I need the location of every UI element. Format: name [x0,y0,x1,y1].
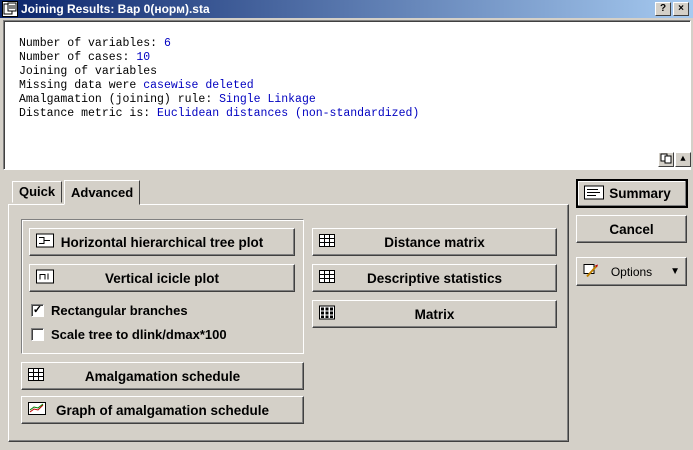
copy-icon[interactable] [658,152,674,167]
horizontal-tree-plot-button[interactable]: Horizontal hierarchical tree plot [29,228,295,256]
matrix-icon [319,305,335,323]
table-grid-icon [319,234,335,250]
matrix-button[interactable]: Matrix [312,300,557,328]
horizontal-tree-plot-label: Horizontal hierarchical tree plot [60,234,264,250]
amalgamation-schedule-button[interactable]: Amalgamation schedule [21,362,304,390]
checkbox-checked-icon[interactable]: ✓ [31,304,44,317]
close-button[interactable]: × [673,2,689,16]
descriptive-statistics-button[interactable]: Descriptive statistics [312,264,557,292]
table-grid-icon [28,368,44,384]
output-line: Joining of variables [19,65,158,78]
cancel-button[interactable]: Cancel [576,215,687,243]
summary-label: Summary [609,186,671,201]
rectangular-branches-label: Rectangular branches [51,303,188,318]
app-window-icon[interactable] [2,1,18,17]
scale-tree-label: Scale tree to dlink/dmax*100 [51,327,227,342]
table-grid-icon [319,270,335,286]
tab-quick[interactable]: Quick [12,181,63,203]
title-bar[interactable]: Joining Results: Вар 0(норм).sta ? × [0,0,693,18]
options-tool-icon [583,263,599,280]
window-title: Joining Results: Вар 0(норм).sta [21,2,210,16]
rectangular-branches-checkbox[interactable]: ✓ Rectangular branches [31,303,188,318]
scale-tree-checkbox[interactable]: Scale tree to dlink/dmax*100 [31,327,227,342]
graph-amalgamation-schedule-label: Graph of amalgamation schedule [55,402,270,418]
vertical-icicle-plot-button[interactable]: Vertical icicle plot [29,264,295,292]
help-button[interactable]: ? [655,2,671,16]
cancel-label: Cancel [609,221,654,237]
distance-matrix-button[interactable]: Distance matrix [312,228,557,256]
output-line: Amalgamation (joining) rule: Single Link… [19,93,316,106]
output-line: Distance metric is: Euclidean distances … [19,107,420,120]
graph-amalgamation-schedule-button[interactable]: Graph of amalgamation schedule [21,396,304,424]
distance-matrix-label: Distance matrix [384,234,485,250]
options-button[interactable]: Options ▼ [576,257,687,286]
amalgamation-schedule-label: Amalgamation schedule [84,368,241,384]
descriptive-statistics-label: Descriptive statistics [366,270,503,286]
icicle-plot-icon [36,269,54,287]
line-graph-icon [28,402,46,418]
checkbox-unchecked-icon[interactable] [31,328,44,341]
options-label: Options [610,264,653,279]
vertical-icicle-plot-label: Vertical icicle plot [104,270,220,286]
tab-advanced[interactable]: Advanced [64,180,141,205]
summary-sheet-icon [584,185,604,202]
output-line: Missing data were casewise deleted [19,79,254,92]
output-line: Number of variables: 6 [19,37,171,50]
scroll-up-button[interactable]: ▲ [675,152,691,167]
output-line: Number of cases: 10 [19,51,151,64]
tree-plot-icon [36,233,54,251]
summary-button[interactable]: Summary [576,179,688,208]
dropdown-arrow-icon: ▼ [670,266,680,277]
results-output-pane[interactable]: Number of variables: 6 Number of cases: … [3,20,691,170]
matrix-label: Matrix [414,306,455,322]
